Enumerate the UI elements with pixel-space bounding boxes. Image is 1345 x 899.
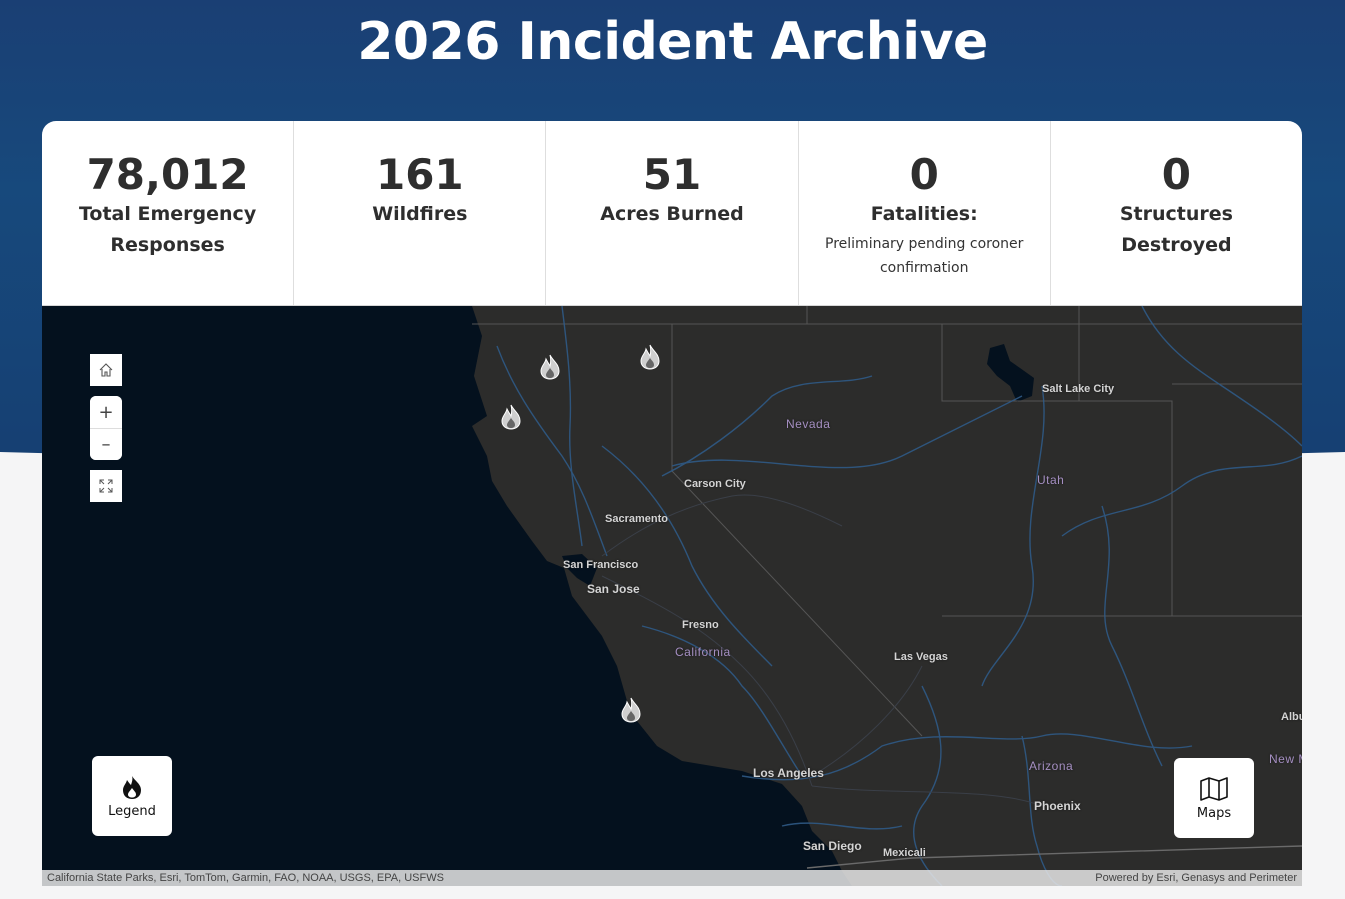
legend-label: Legend xyxy=(108,803,156,819)
stat-structures-destroyed: 0 Structures Destroyed xyxy=(1051,121,1302,305)
fullscreen-button[interactable] xyxy=(90,470,122,502)
stat-value: 0 xyxy=(909,150,939,199)
fire-icon xyxy=(123,775,141,799)
label-sacramento: Sacramento xyxy=(605,513,668,525)
stat-label: Acres Burned xyxy=(600,203,744,225)
stat-fatalities: 0 Fatalities: Preliminary pending corone… xyxy=(799,121,1051,305)
fire-marker[interactable] xyxy=(539,354,561,380)
stat-value: 78,012 xyxy=(86,150,249,199)
map-attribution: California State Parks, Esri, TomTom, Ga… xyxy=(42,870,1302,886)
legend-button[interactable]: Legend xyxy=(92,756,172,836)
zoom-in-button[interactable]: + xyxy=(90,396,122,428)
stat-label: Total Emergency Responses xyxy=(78,203,257,256)
fire-marker[interactable] xyxy=(639,344,661,370)
maps-label: Maps xyxy=(1196,805,1232,821)
maps-button[interactable]: Maps xyxy=(1174,758,1254,838)
label-san-jose: San Jose xyxy=(587,582,640,596)
map-icon xyxy=(1200,776,1228,801)
stat-value: 0 xyxy=(1161,150,1192,199)
mexico-border xyxy=(806,845,1302,869)
stat-label: Structures Destroyed xyxy=(1119,203,1233,256)
incident-map[interactable]: Salt Lake City Nevada Utah Carson City S… xyxy=(42,306,1302,886)
label-los-angeles: Los Angeles xyxy=(753,766,824,780)
fire-marker[interactable] xyxy=(500,404,522,430)
expand-icon xyxy=(99,479,113,493)
attribution-sources: California State Parks, Esri, TomTom, Ga… xyxy=(47,872,444,884)
page-title: 2026 Incident Archive xyxy=(357,12,988,72)
label-nevada: Nevada xyxy=(786,417,831,431)
label-san-diego: San Diego xyxy=(803,839,862,853)
label-phoenix: Phoenix xyxy=(1034,799,1081,813)
label-salt-lake-city: Salt Lake City xyxy=(1042,383,1115,395)
home-icon xyxy=(99,363,113,377)
fire-marker[interactable] xyxy=(620,697,642,723)
label-carson-city: Carson City xyxy=(684,478,746,490)
label-san-francisco: San Francisco xyxy=(563,559,639,571)
label-new-mexico: New M xyxy=(1269,752,1302,766)
zoom-out-button[interactable]: – xyxy=(90,428,122,460)
stat-value: 161 xyxy=(375,150,464,199)
stat-acres-burned: 51 Acres Burned xyxy=(546,121,799,305)
home-button[interactable] xyxy=(90,354,122,386)
stat-label: Fatalities: xyxy=(870,203,978,225)
stat-label: Wildfires xyxy=(372,203,468,225)
label-fresno: Fresno xyxy=(682,619,719,631)
label-mexicali: Mexicali xyxy=(883,847,926,859)
stat-note: Preliminary pending coroner confirmation xyxy=(825,236,1024,276)
zoom-controls: + – xyxy=(90,396,122,460)
label-albuquerque: Albu xyxy=(1281,711,1302,723)
attribution-powered-by: Powered by Esri, Genasys and Perimeter xyxy=(1095,872,1297,884)
label-las-vegas: Las Vegas xyxy=(894,651,948,663)
label-california: California xyxy=(675,645,731,659)
label-utah: Utah xyxy=(1037,473,1065,487)
dashboard-card: 78,012 Total Emergency Responses 161 Wil… xyxy=(42,121,1302,886)
stat-total-responses: 78,012 Total Emergency Responses xyxy=(42,121,295,305)
stats-row: 78,012 Total Emergency Responses 161 Wil… xyxy=(42,121,1302,306)
great-salt-lake xyxy=(987,344,1034,402)
stat-value: 51 xyxy=(642,150,702,199)
label-arizona: Arizona xyxy=(1029,759,1074,773)
stat-wildfires: 161 Wildfires xyxy=(294,121,547,305)
